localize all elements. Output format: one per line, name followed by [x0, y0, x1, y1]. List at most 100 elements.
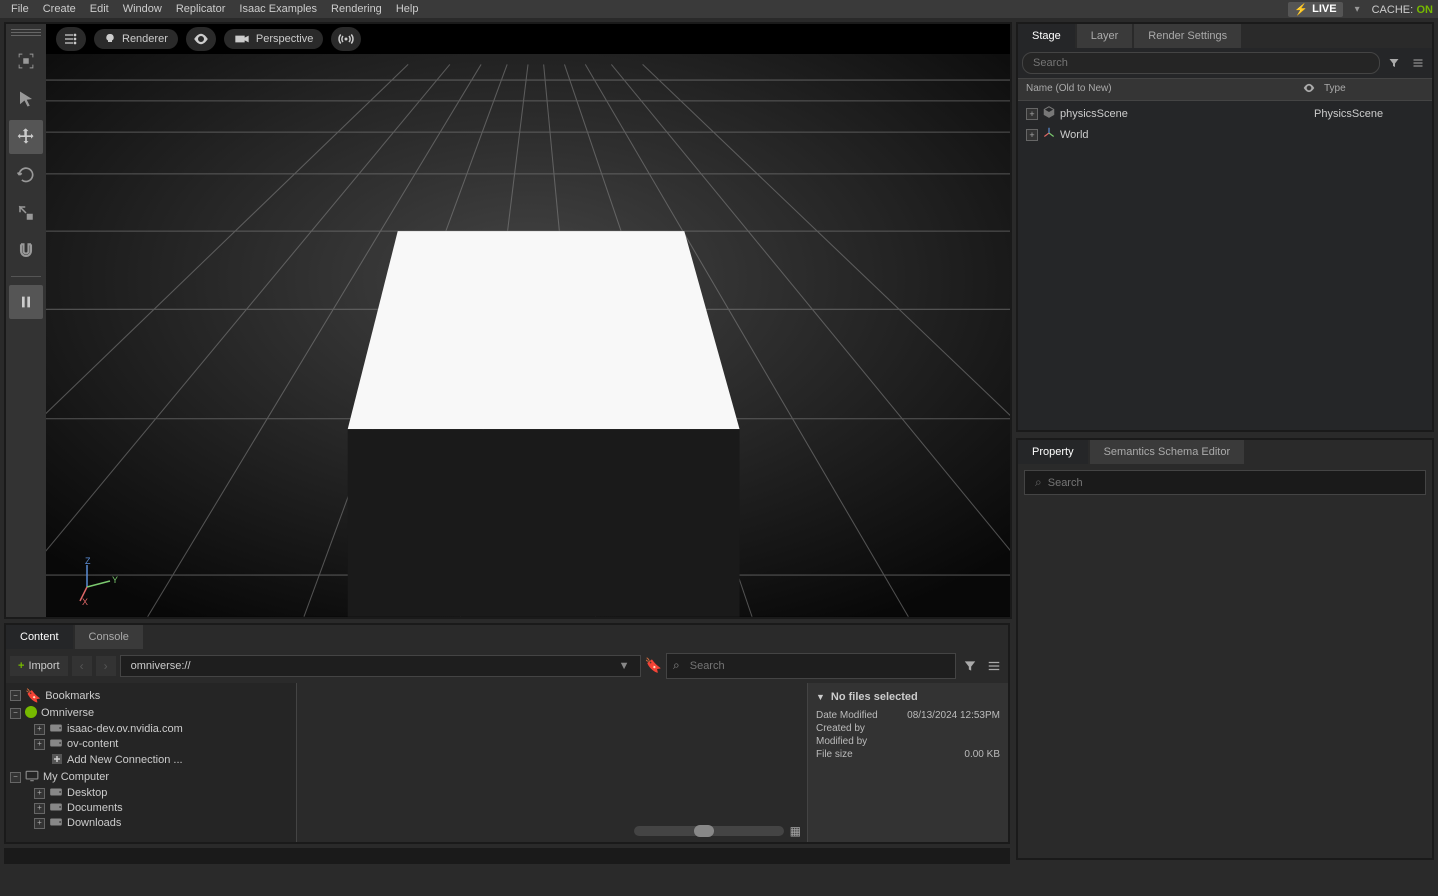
chevron-down-icon[interactable]: ▼	[816, 692, 825, 702]
cursor-tool[interactable]	[9, 82, 43, 116]
content-tree-item[interactable]: +Downloads	[10, 816, 292, 831]
menu-window[interactable]: Window	[117, 1, 168, 17]
content-tree-item[interactable]: − Omniverse	[10, 705, 292, 722]
selection-tool[interactable]	[9, 44, 43, 78]
content-tree-item[interactable]: −🔖Bookmarks	[10, 687, 292, 705]
bookmark-icon[interactable]: 🔖	[645, 657, 662, 674]
pause-button[interactable]	[9, 285, 43, 319]
live-dropdown-icon[interactable]: ▾	[1351, 4, 1364, 15]
visibility-column-icon[interactable]	[1294, 83, 1324, 96]
tab-layer[interactable]: Layer	[1077, 24, 1133, 48]
tree-item-label: Omniverse	[41, 707, 94, 719]
nav-forward-button[interactable]: ›	[96, 656, 116, 676]
stage-row[interactable]: + World	[1022, 124, 1428, 145]
visibility-icon[interactable]	[186, 27, 216, 51]
tab-render-settings[interactable]: Render Settings	[1134, 24, 1241, 48]
menu-edit[interactable]: Edit	[84, 1, 115, 17]
stage-column-header: Name (Old to New) Type	[1018, 78, 1432, 101]
property-panel: Property Semantics Schema Editor ⌕	[1016, 438, 1434, 860]
rotate-tool[interactable]	[9, 158, 43, 192]
zoom-slider[interactable]	[634, 826, 784, 836]
settings-icon[interactable]	[56, 27, 86, 51]
type-column-header[interactable]: Type	[1324, 83, 1424, 96]
content-tree-item[interactable]: +ov-content	[10, 737, 292, 752]
content-tree-item[interactable]: + isaac-dev.ov.nvidia.com	[10, 722, 292, 737]
search-icon: ⌕	[1035, 475, 1042, 490]
cache-label: CACHE: ON	[1372, 2, 1433, 16]
expand-icon[interactable]: +	[34, 739, 45, 750]
tree-item-icon	[49, 723, 63, 736]
expand-icon[interactable]: +	[34, 803, 45, 814]
chevron-down-icon: ▼	[619, 660, 630, 672]
content-tree-item[interactable]: +Desktop	[10, 786, 292, 801]
stage-panel: Stage Layer Render Settings Name (Old to…	[1016, 22, 1434, 432]
path-input[interactable]: omniverse:// ▼	[120, 655, 641, 677]
import-button[interactable]: + Import	[10, 656, 68, 676]
move-tool[interactable]	[9, 120, 43, 154]
menubar-left: File Create Edit Window Replicator Isaac…	[5, 1, 424, 17]
menu-icon[interactable]	[1408, 53, 1428, 73]
live-indicator[interactable]: ⚡ LIVE	[1288, 2, 1342, 17]
content-tree-item[interactable]: +Documents	[10, 801, 292, 816]
stage-tree: + physicsScene PhysicsScene + World	[1018, 101, 1432, 430]
viewport-section: Renderer Perspective	[4, 22, 1012, 619]
expand-icon[interactable]: +	[34, 788, 45, 799]
expand-icon[interactable]: −	[10, 690, 21, 701]
filter-icon[interactable]	[960, 656, 980, 676]
stage-row[interactable]: + physicsScene PhysicsScene	[1022, 103, 1428, 124]
content-grid[interactable]: ▦	[296, 683, 808, 842]
viewport-3d[interactable]: Z Y X	[46, 54, 1010, 617]
tree-item-label: isaac-dev.ov.nvidia.com	[67, 723, 183, 735]
search-icon: ⌕	[673, 658, 680, 673]
tab-semantics[interactable]: Semantics Schema Editor	[1090, 440, 1245, 464]
content-search-input[interactable]	[680, 656, 949, 676]
grid-view-icon[interactable]: ▦	[790, 824, 801, 838]
menu-rendering[interactable]: Rendering	[325, 1, 388, 17]
prim-name: World	[1060, 129, 1089, 141]
snap-tool[interactable]	[9, 234, 43, 268]
scale-tool[interactable]	[9, 196, 43, 230]
camera-dropdown[interactable]: Perspective	[224, 29, 323, 49]
plus-icon: +	[18, 660, 24, 672]
viewport-area: Renderer Perspective	[46, 24, 1010, 617]
tab-stage[interactable]: Stage	[1018, 24, 1075, 48]
menubar-right: ⚡ LIVE ▾ CACHE: ON	[1288, 2, 1433, 17]
content-tabs: Content Console	[6, 625, 1008, 649]
expand-icon[interactable]: −	[10, 708, 21, 719]
tab-content[interactable]: Content	[6, 625, 73, 649]
grip-handle[interactable]	[11, 28, 41, 36]
tree-item-icon	[51, 753, 63, 768]
expand-icon[interactable]: +	[34, 724, 45, 735]
cache-status: ON	[1417, 4, 1434, 16]
bottom-collapsed-bar[interactable]	[4, 848, 1010, 864]
tree-item-label: Bookmarks	[45, 690, 100, 702]
menu-help[interactable]: Help	[390, 1, 425, 17]
name-column-header[interactable]: Name (Old to New)	[1026, 83, 1294, 96]
tree-item-icon	[49, 817, 63, 830]
nav-back-button[interactable]: ‹	[72, 656, 92, 676]
menu-replicator[interactable]: Replicator	[170, 1, 232, 17]
menu-file[interactable]: File	[5, 1, 35, 17]
expand-icon[interactable]: −	[10, 772, 21, 783]
camera-icon	[234, 33, 250, 45]
expand-icon[interactable]: +	[34, 818, 45, 829]
content-tree-item[interactable]: −My Computer	[10, 769, 292, 786]
broadcast-icon[interactable]	[331, 27, 361, 51]
property-search-input[interactable]	[1048, 477, 1415, 489]
stage-search-input[interactable]	[1022, 52, 1380, 74]
menu-create[interactable]: Create	[37, 1, 82, 17]
tab-console[interactable]: Console	[75, 625, 143, 649]
content-tree-item[interactable]: Add New Connection ...	[10, 752, 292, 769]
expand-icon[interactable]: +	[1026, 129, 1038, 141]
content-toolbar: + Import ‹ › omniverse:// ▼ 🔖 ⌕	[6, 649, 1008, 683]
prim-type: PhysicsScene	[1314, 108, 1424, 120]
prim-name: physicsScene	[1060, 108, 1128, 120]
details-header-text: No files selected	[831, 691, 918, 703]
content-browser: Content Console + Import ‹ › omniverse:/…	[4, 623, 1010, 844]
tab-property[interactable]: Property	[1018, 440, 1088, 464]
expand-icon[interactable]: +	[1026, 108, 1038, 120]
menu-icon[interactable]	[984, 656, 1004, 676]
menu-isaac-examples[interactable]: Isaac Examples	[233, 1, 323, 17]
filter-icon[interactable]	[1384, 53, 1404, 73]
renderer-dropdown[interactable]: Renderer	[94, 29, 178, 49]
